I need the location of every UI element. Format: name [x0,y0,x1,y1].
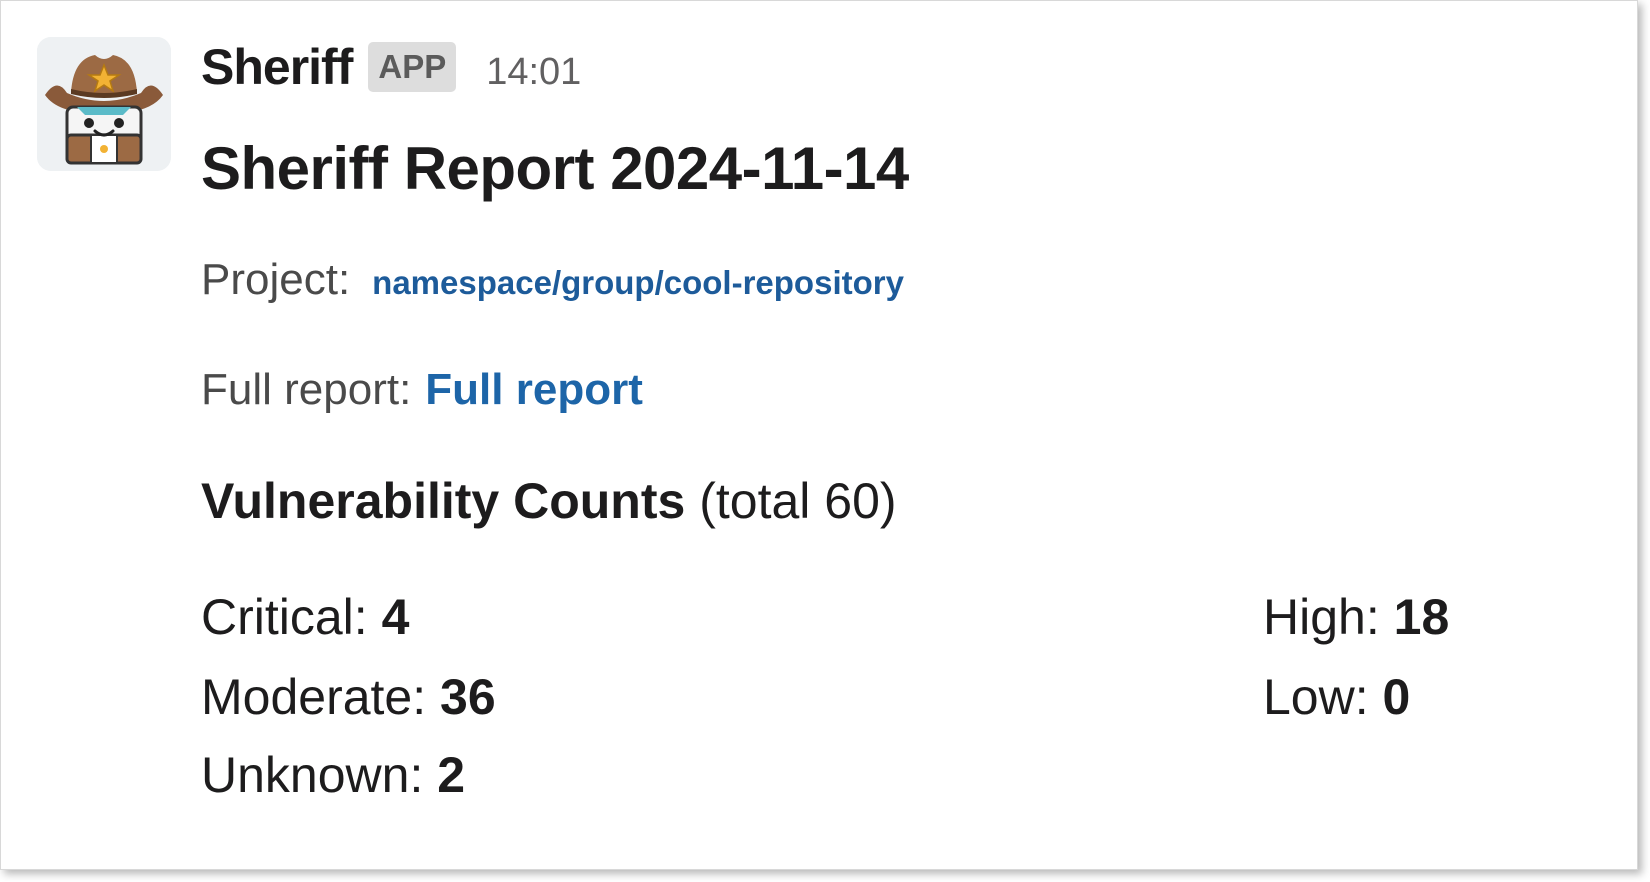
count-critical-value: 4 [381,589,410,645]
message-timestamp[interactable]: 14:01 [486,51,581,94]
count-critical-label: Critical: [201,589,368,645]
full-report-label: Full report: [201,365,412,414]
message-header: Sheriff APP 14:01 [201,37,581,97]
project-label: Project: [201,255,351,304]
count-unknown-value: 2 [437,747,466,803]
count-low-label: Low: [1263,669,1369,725]
count-high-label: High: [1263,589,1380,645]
vulnerability-total: (total 60) [699,473,897,529]
vulnerability-counts-heading: Vulnerability Counts (total 60) [201,471,897,531]
project-row: Project: namespace/group/cool-repository [201,255,904,305]
count-unknown-label: Unknown: [201,747,424,803]
count-moderate-value: 36 [440,669,496,725]
count-unknown: Unknown: 2 [201,745,465,805]
count-moderate: Moderate: 36 [201,667,496,727]
full-report-link[interactable]: Full report [425,365,643,415]
count-low: Low: 0 [1263,667,1410,727]
vulnerability-heading-text: Vulnerability Counts [201,473,686,529]
count-low-value: 0 [1382,669,1411,725]
count-critical: Critical: 4 [201,587,409,647]
project-link[interactable]: namespace/group/cool-repository [372,264,904,302]
sheriff-avatar-icon[interactable] [37,37,171,171]
app-badge: APP [368,42,457,92]
full-report-row: Full report: Full report [201,365,643,415]
report-title: Sheriff Report 2024-11-14 [201,135,909,202]
message-content: Sheriff APP 14:01 Sheriff Report 2024-11… [201,1,1637,869]
count-moderate-label: Moderate: [201,669,427,725]
count-high-value: 18 [1393,589,1450,645]
message-card: Sheriff APP 14:01 Sheriff Report 2024-11… [0,0,1638,870]
count-high: High: 18 [1263,587,1449,647]
sender-name[interactable]: Sheriff [201,38,353,96]
